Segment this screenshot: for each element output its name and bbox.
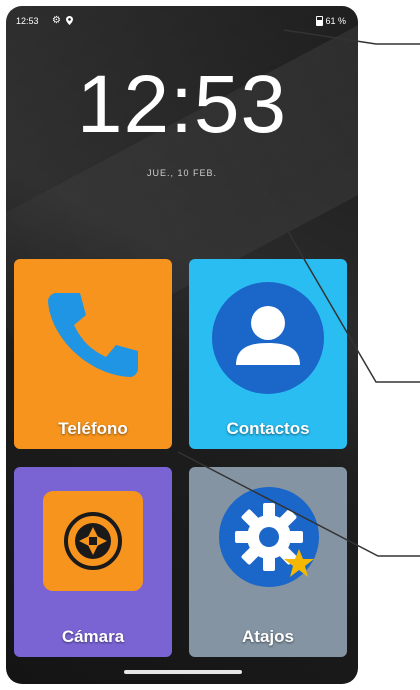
callout-line-date: [251, 169, 420, 383]
callout-line-tiles: [177, 451, 420, 557]
callout-line-status: [283, 29, 420, 45]
callout-lines: [177, 29, 420, 557]
